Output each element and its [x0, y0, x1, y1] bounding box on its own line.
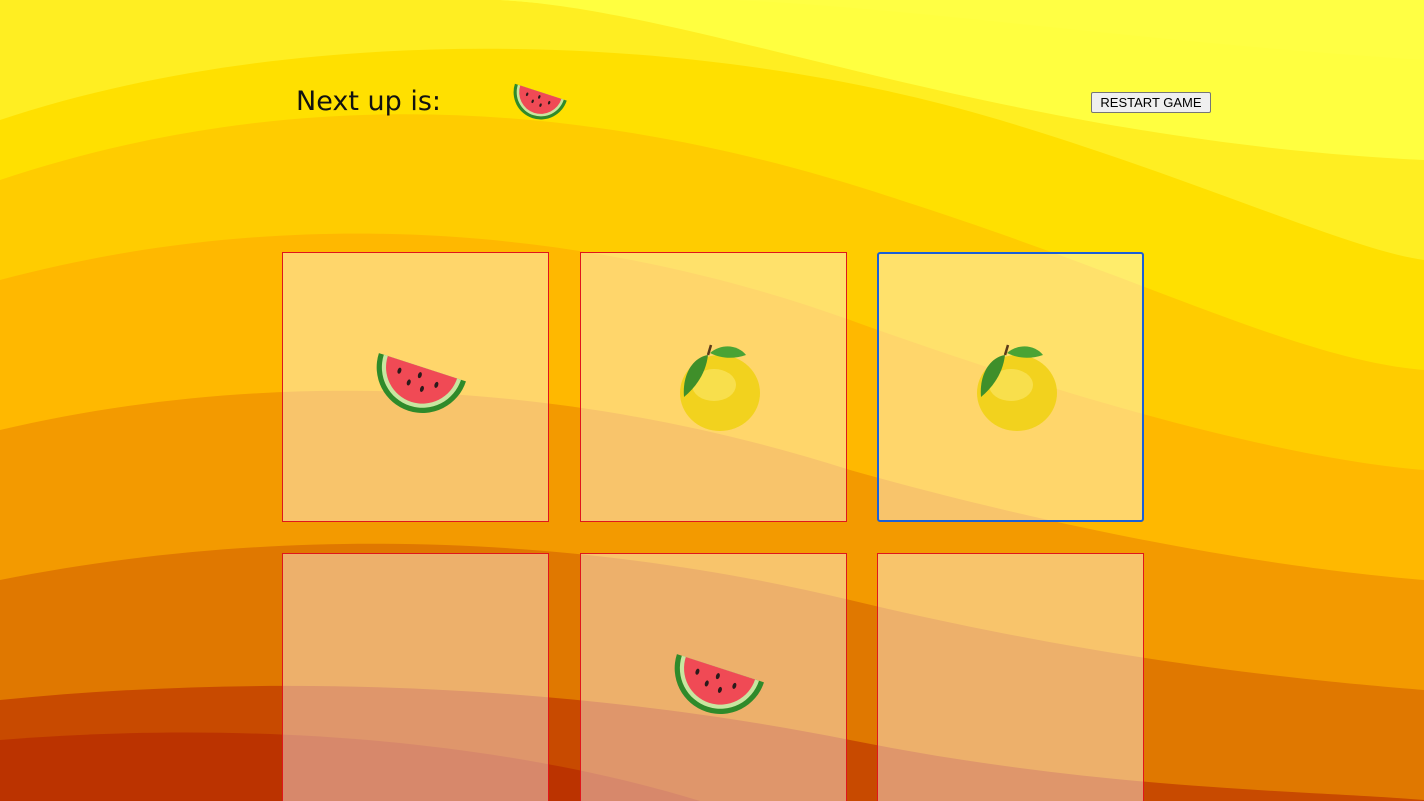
board-cell-1[interactable]	[282, 252, 549, 522]
board-cell-6[interactable]	[877, 553, 1144, 801]
board-cell-2[interactable]	[580, 252, 847, 522]
board-cell-5[interactable]	[580, 553, 847, 801]
restart-game-button[interactable]: RESTART GAME	[1091, 92, 1211, 113]
board-cell-4[interactable]	[282, 553, 549, 801]
watermelon-icon	[513, 83, 567, 120]
board-cell-3[interactable]	[877, 252, 1144, 522]
next-up-label: Next up is:	[296, 86, 441, 117]
watermelon-icon	[376, 353, 466, 413]
lemon-icon	[976, 344, 1057, 431]
lemon-icon	[679, 344, 760, 431]
watermelon-icon	[674, 654, 764, 714]
